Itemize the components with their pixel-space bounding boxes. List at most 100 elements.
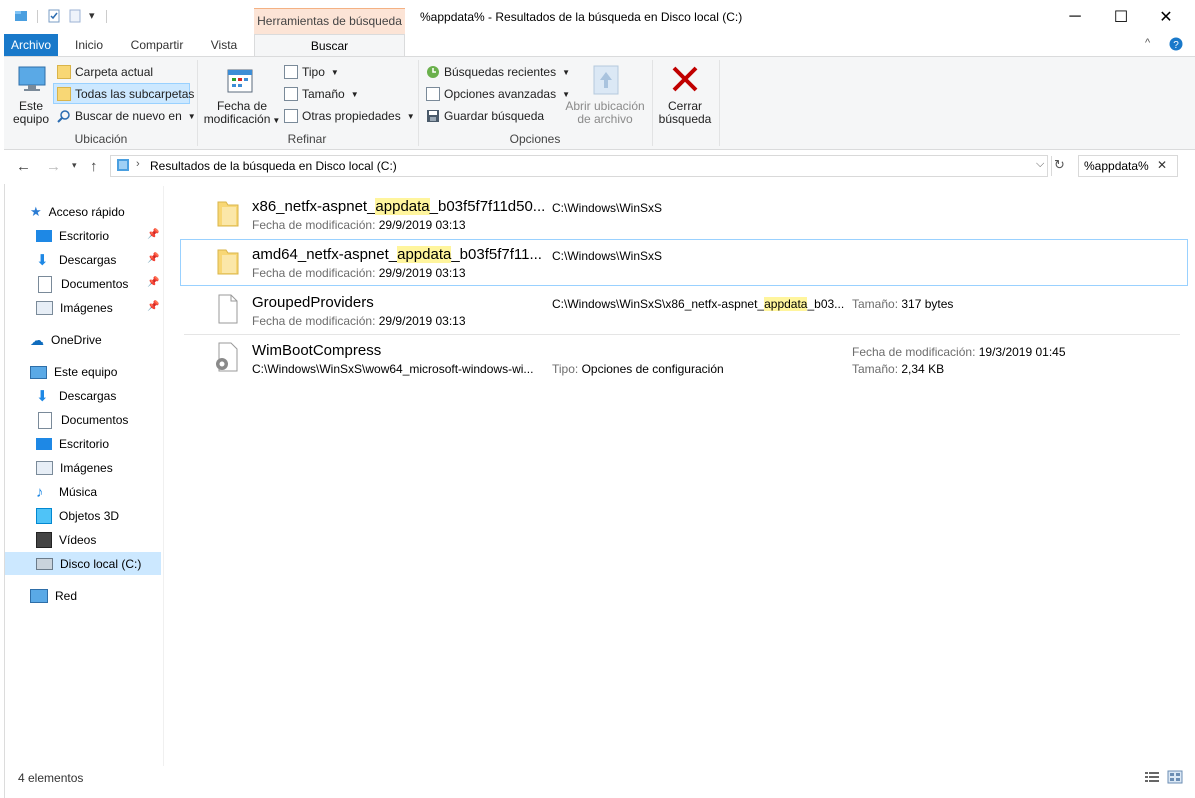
cerrar-label-2: búsqueda (658, 112, 712, 126)
collapse-ribbon-icon[interactable]: ^ (1145, 37, 1150, 49)
download-icon: ⬇ (36, 252, 49, 269)
tamano-button[interactable]: Tamaño ▼ (284, 84, 359, 104)
tipo-label: Tipo (302, 65, 325, 79)
nav-label: Escritorio (59, 437, 110, 451)
nav-este-equipo[interactable]: Este equipo (30, 362, 117, 382)
pictures-icon (36, 301, 53, 315)
carpeta-actual-label: Carpeta actual (75, 65, 154, 79)
document-icon (38, 411, 52, 429)
nav-quick-escritorio[interactable]: Escritorio (36, 226, 109, 246)
busquedas-recientes-button[interactable]: Búsquedas recientes ▼ (426, 62, 570, 82)
result-meta: Fecha de modificación: 29/9/2019 03:13 (252, 266, 466, 280)
back-arrow-icon[interactable]: ← (16, 158, 31, 175)
video-icon (36, 532, 52, 548)
tab-inicio[interactable]: Inicio (66, 34, 112, 56)
new-folder-icon[interactable] (68, 9, 82, 23)
nav-pc-descargas[interactable]: ⬇ Descargas (36, 386, 116, 406)
guardar-busqueda-button[interactable]: Guardar búsqueda (426, 106, 544, 126)
nav-acceso-rapido[interactable]: ★ Acceso rápido (30, 202, 125, 222)
context-tab-group: Herramientas de búsqueda (254, 8, 405, 35)
tab-archivo[interactable]: Archivo (4, 34, 58, 56)
nav-quick-documentos[interactable]: Documentos (36, 274, 128, 294)
breadcrumb[interactable]: Resultados de la búsqueda en Disco local… (150, 159, 397, 173)
calendar-icon (227, 69, 253, 93)
result-meta: Fecha de modificación: 29/9/2019 03:13 (252, 314, 466, 328)
opciones-avanzadas-button[interactable]: Opciones avanzadas ▼ (426, 84, 570, 104)
abrir-ubicacion-button[interactable]: Abrir ubicación de archivo (560, 100, 650, 126)
clear-search-icon[interactable]: ✕ (1157, 158, 1167, 172)
result-name[interactable]: GroupedProviders (252, 294, 374, 311)
pin-icon[interactable]: 📌 (147, 277, 159, 288)
pin-icon[interactable]: 📌 (147, 301, 159, 312)
otras-propiedades-button[interactable]: Otras propiedades ▼ (284, 106, 415, 126)
nav-pc-musica[interactable]: ♪ Música (36, 482, 97, 502)
advanced-options-icon (426, 87, 440, 101)
fecha-modificacion-button[interactable]: Fecha de modificación ▼ (202, 100, 282, 127)
size-icon (284, 87, 298, 101)
result-name[interactable]: amd64_netfx-aspnet_appdata_b03f5f7f11... (252, 246, 542, 263)
result-path: C:\Windows\WinSxS\wow64_microsoft-window… (252, 362, 534, 376)
forward-arrow-icon[interactable]: → (46, 158, 61, 175)
nav-quick-imagenes[interactable]: Imágenes (36, 298, 113, 318)
nav-pc-imagenes[interactable]: Imágenes (36, 458, 113, 478)
star-icon: ★ (30, 204, 42, 219)
nav-onedrive[interactable]: ☁ OneDrive (30, 330, 102, 350)
help-icon[interactable]: ? (1169, 37, 1183, 51)
open-file-location-icon (593, 65, 619, 95)
folder-icon (217, 249, 239, 275)
address-dropdown-icon[interactable]: ⌵ (1036, 158, 1044, 171)
buscar-de-nuevo-label: Buscar de nuevo en (75, 109, 182, 123)
maximize-button[interactable]: ☐ (1098, 0, 1144, 34)
result-path: C:\Windows\WinSxS\x86_netfx-aspnet_appda… (552, 297, 845, 311)
nav-pc-escritorio[interactable]: Escritorio (36, 434, 109, 454)
tab-compartir[interactable]: Compartir (124, 34, 190, 56)
minimize-button[interactable]: ─ (1052, 0, 1098, 34)
result-type: Tipo: Opciones de configuración (552, 362, 724, 376)
search-input-value: %appdata% (1084, 159, 1149, 173)
result-meta: Fecha de modificación: 29/9/2019 03:13 (252, 218, 466, 232)
result-name[interactable]: x86_netfx-aspnet_appdata_b03f5f7f11d50..… (252, 198, 545, 215)
nav-red[interactable]: Red (30, 586, 77, 606)
tipo-button[interactable]: Tipo ▼ (284, 62, 339, 82)
result-size: Tamaño: 317 bytes (852, 297, 954, 311)
nav-label: Imágenes (60, 461, 113, 475)
nav-label: Disco local (C:) (60, 557, 142, 571)
nav-label: Vídeos (59, 533, 97, 547)
nav-label: Este equipo (54, 365, 118, 379)
svg-text:?: ? (1173, 40, 1179, 51)
properties-icon[interactable] (47, 9, 61, 23)
tab-buscar[interactable]: Buscar (254, 34, 405, 57)
refresh-icon[interactable]: ↻ (1054, 157, 1065, 173)
breadcrumb-chevron-icon[interactable]: › (136, 158, 140, 170)
customize-toolbar-icon[interactable]: ▾ (89, 9, 95, 22)
nav-pc-disco-local[interactable]: Disco local (C:) (36, 554, 141, 574)
todas-subcarpetas-button[interactable]: Todas las subcarpetas (57, 84, 194, 104)
computer-icon (18, 66, 46, 91)
tab-vista[interactable]: Vista (202, 34, 246, 56)
cerrar-busqueda-button[interactable]: Cerrar búsqueda (654, 100, 716, 126)
music-note-icon: ♪ (36, 483, 44, 501)
nav-quick-descargas[interactable]: ⬇ Descargas (36, 250, 116, 270)
pin-icon[interactable]: 📌 (147, 229, 159, 240)
buscar-de-nuevo-button[interactable]: Buscar de nuevo en ▼ (57, 106, 196, 126)
large-icons-view-icon[interactable] (1167, 770, 1183, 784)
close-button[interactable]: ✕ (1143, 0, 1189, 34)
folder-icon[interactable] (14, 9, 28, 23)
pin-icon[interactable]: 📌 (147, 253, 159, 264)
folder-icon (57, 65, 71, 79)
window-title: %appdata% - Resultados de la búsqueda en… (420, 10, 743, 24)
busquedas-recientes-label: Búsquedas recientes (444, 65, 557, 79)
nav-pc-videos[interactable]: Vídeos (36, 530, 96, 550)
nav-pane-divider[interactable] (163, 186, 164, 766)
recent-locations-icon[interactable]: ▾ (72, 160, 77, 171)
nav-pc-objetos3d[interactable]: Objetos 3D (36, 506, 119, 526)
download-icon: ⬇ (36, 388, 49, 405)
details-view-icon[interactable] (1144, 770, 1160, 784)
nav-pc-documentos[interactable]: Documentos (36, 410, 128, 430)
network-icon (30, 589, 48, 603)
cloud-icon: ☁ (30, 331, 44, 348)
carpeta-actual-button[interactable]: Carpeta actual (57, 62, 153, 82)
up-arrow-icon[interactable]: ↑ (90, 158, 98, 175)
este-equipo-button[interactable]: Este equipo (8, 100, 54, 126)
result-name[interactable]: WimBootCompress (252, 342, 381, 359)
